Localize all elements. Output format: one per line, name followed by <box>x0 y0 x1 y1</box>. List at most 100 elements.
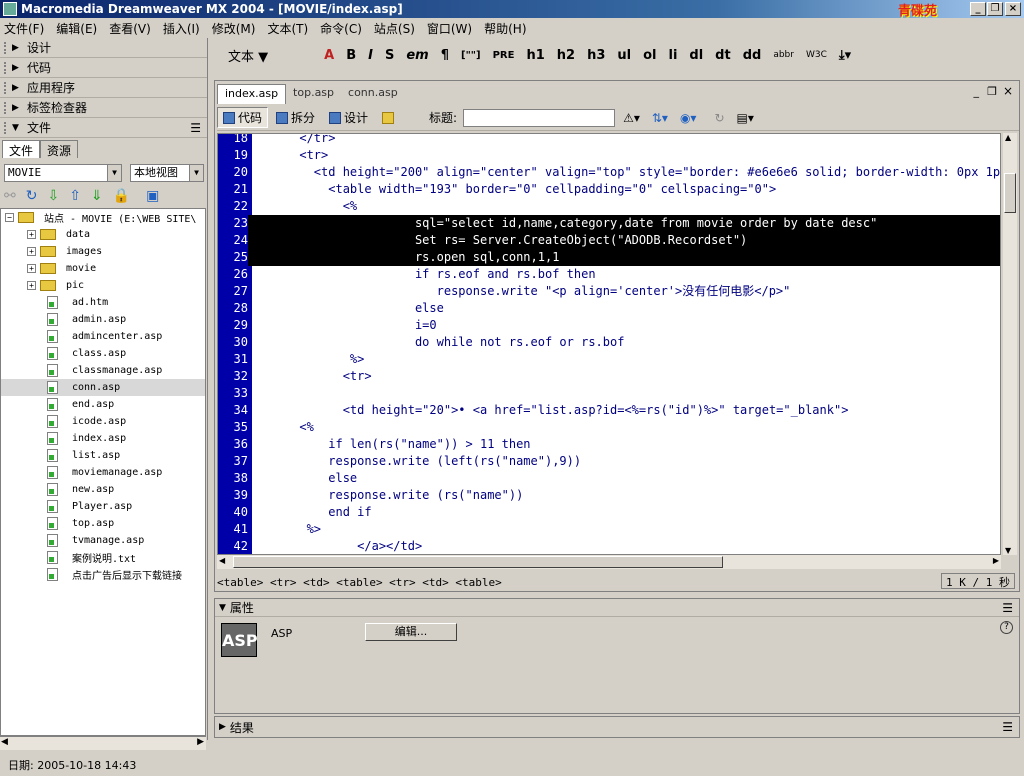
tab-index-asp[interactable]: index.asp <box>217 84 287 104</box>
collapse-icon[interactable]: − <box>5 213 14 222</box>
doc-restore-button[interactable]: ❐ <box>987 85 997 98</box>
refresh-icon[interactable]: ↻ <box>26 188 38 204</box>
scroll-left-icon[interactable]: ◀ <box>1 737 8 747</box>
design-view-button[interactable]: 设计 <box>323 107 374 128</box>
h1-button[interactable]: h1 <box>526 48 544 63</box>
tree-file[interactable]: conn.asp <box>1 379 205 396</box>
panel-options-icon[interactable]: ☰ <box>190 121 201 135</box>
menu-help[interactable]: 帮助(H) <box>484 20 526 37</box>
ol-button[interactable]: ol <box>643 48 656 63</box>
file-management-icon[interactable]: ⇅▾ <box>652 111 668 125</box>
dt-button[interactable]: dt <box>715 48 731 63</box>
panel-code[interactable]: ▶ 代码 <box>0 58 207 78</box>
blockquote-button[interactable]: [""] <box>461 50 481 61</box>
expand-icon[interactable]: + <box>27 264 36 273</box>
split-view-button[interactable]: 拆分 <box>270 107 321 128</box>
panel-application[interactable]: ▶ 应用程序 <box>0 78 207 98</box>
tab-files[interactable]: 文件 <box>2 140 41 158</box>
tree-file[interactable]: 点击广告后显示下载链接 <box>1 566 205 583</box>
more-characters-icon[interactable]: ⤓▾ <box>839 48 851 63</box>
expand-panel-icon[interactable]: ▣ <box>146 188 159 204</box>
check-out-icon[interactable]: ⇓ <box>91 188 103 204</box>
edit-button[interactable]: 编辑... <box>365 623 457 641</box>
title-input[interactable] <box>463 108 616 127</box>
insert-category-select[interactable]: 文本 ▼ <box>228 46 268 65</box>
italic-button[interactable]: I <box>368 48 373 63</box>
expand-icon[interactable]: + <box>27 230 36 239</box>
code-editor[interactable]: 18 </tr> 19 <tr> 20 <td height="200" align… <box>217 133 1001 555</box>
tree-file[interactable]: ad.htm <box>1 294 205 311</box>
scroll-left-icon[interactable]: ◀ <box>219 556 225 565</box>
tree-file[interactable]: moviemanage.asp <box>1 464 205 481</box>
code-line[interactable]: 30 do while not rs.eof or rs.bof <box>218 334 1000 351</box>
expand-icon[interactable]: + <box>27 281 36 290</box>
doc-close-button[interactable]: × <box>1003 84 1013 98</box>
live-data-button[interactable] <box>376 110 403 126</box>
menu-insert[interactable]: 插入(I) <box>163 20 200 37</box>
view-select[interactable]: 本地视图 ▼ <box>130 164 204 182</box>
scroll-up-icon[interactable]: ▲ <box>1005 133 1011 142</box>
tree-file[interactable]: top.asp <box>1 515 205 532</box>
code-line[interactable]: 35 <% <box>218 419 1000 436</box>
code-line[interactable]: 41 %> <box>218 521 1000 538</box>
refresh-design-icon[interactable]: ↻ <box>714 111 724 125</box>
scroll-right-icon[interactable]: ▶ <box>197 737 204 747</box>
code-line[interactable]: 19 <tr> <box>218 147 1000 164</box>
tag-selector[interactable]: <table> <tr> <td> <table> <tr> <td> <tab… <box>217 573 1019 591</box>
scroll-down-icon[interactable]: ▼ <box>1005 546 1011 555</box>
code-line[interactable]: 23 sql="select id,name,category,date fro… <box>218 215 1000 232</box>
minimize-button[interactable]: _ <box>970 2 986 16</box>
code-line[interactable]: 28 else <box>218 300 1000 317</box>
panel-tag-inspector[interactable]: ▶ 标签检查器 <box>0 98 207 118</box>
code-line[interactable]: 37 response.write (left(rs("name"),9)) <box>218 453 1000 470</box>
properties-header[interactable]: ▼ 属性 ☰ <box>215 599 1019 617</box>
check-in-icon[interactable]: 🔒 <box>113 188 130 204</box>
tree-folder[interactable]: + data <box>1 226 205 243</box>
tab-top-asp[interactable]: top.asp <box>286 84 341 104</box>
h3-button[interactable]: h3 <box>587 48 605 63</box>
code-vscroll[interactable]: ▲ ▼ <box>1003 133 1017 555</box>
em-button[interactable]: em <box>406 48 428 63</box>
tree-root[interactable]: − 站点 - MOVIE (E:\WEB SITE\ <box>1 209 205 226</box>
code-line[interactable]: 42 </a></td> <box>218 538 1000 554</box>
menu-file[interactable]: 文件(F) <box>4 20 44 37</box>
scroll-right-icon[interactable]: ▶ <box>993 556 999 565</box>
code-line[interactable]: 21 <table width="193" border="0" cellpad… <box>218 181 1000 198</box>
tree-file[interactable]: end.asp <box>1 396 205 413</box>
abbr-button[interactable]: abbr <box>773 50 794 60</box>
put-file-icon[interactable]: ⇧ <box>69 188 81 204</box>
file-tree-hscroll[interactable]: ◀ ▶ <box>0 736 206 750</box>
tree-file[interactable]: icode.asp <box>1 413 205 430</box>
tree-folder[interactable]: + images <box>1 243 205 260</box>
code-view-button[interactable]: 代码 <box>217 107 269 128</box>
doc-minimize-button[interactable]: _ <box>974 85 980 98</box>
h2-button[interactable]: h2 <box>557 48 575 63</box>
code-line[interactable]: 32 <tr> <box>218 368 1000 385</box>
dd-button[interactable]: dd <box>743 48 762 63</box>
tree-folder[interactable]: + movie <box>1 260 205 277</box>
code-line[interactable]: 34 <td height="20">• <a href="list.asp?i… <box>218 402 1000 419</box>
close-button[interactable]: × <box>1005 2 1021 16</box>
code-line[interactable]: 33 <box>218 385 1000 402</box>
code-line[interactable]: 26 if rs.eof and rs.bof then <box>218 266 1000 283</box>
panel-options-icon[interactable]: ☰ <box>1002 601 1013 615</box>
tree-file[interactable]: class.asp <box>1 345 205 362</box>
menu-text[interactable]: 文本(T) <box>267 20 308 37</box>
hscroll-thumb[interactable] <box>233 556 723 568</box>
connect-icon[interactable]: ⚯ <box>4 188 16 204</box>
dl-button[interactable]: dl <box>689 48 703 63</box>
menu-window[interactable]: 窗口(W) <box>427 20 472 37</box>
pre-button[interactable]: PRE <box>493 50 515 61</box>
menu-commands[interactable]: 命令(C) <box>320 20 362 37</box>
tree-file[interactable]: index.asp <box>1 430 205 447</box>
code-line[interactable]: 29 i=0 <box>218 317 1000 334</box>
preview-browser-icon[interactable]: ◉▾ <box>680 111 697 125</box>
view-options-icon[interactable]: ▤▾ <box>737 111 754 125</box>
menu-edit[interactable]: 编辑(E) <box>56 20 97 37</box>
bold-button[interactable]: B <box>346 48 356 63</box>
code-hscroll[interactable]: ◀ ▶ <box>217 555 1001 569</box>
tree-file[interactable]: list.asp <box>1 447 205 464</box>
code-line[interactable]: 27 response.write "<p align='center'>没有任… <box>218 283 1000 300</box>
site-select[interactable]: MOVIE ▼ <box>4 164 122 182</box>
li-button[interactable]: li <box>668 48 677 63</box>
